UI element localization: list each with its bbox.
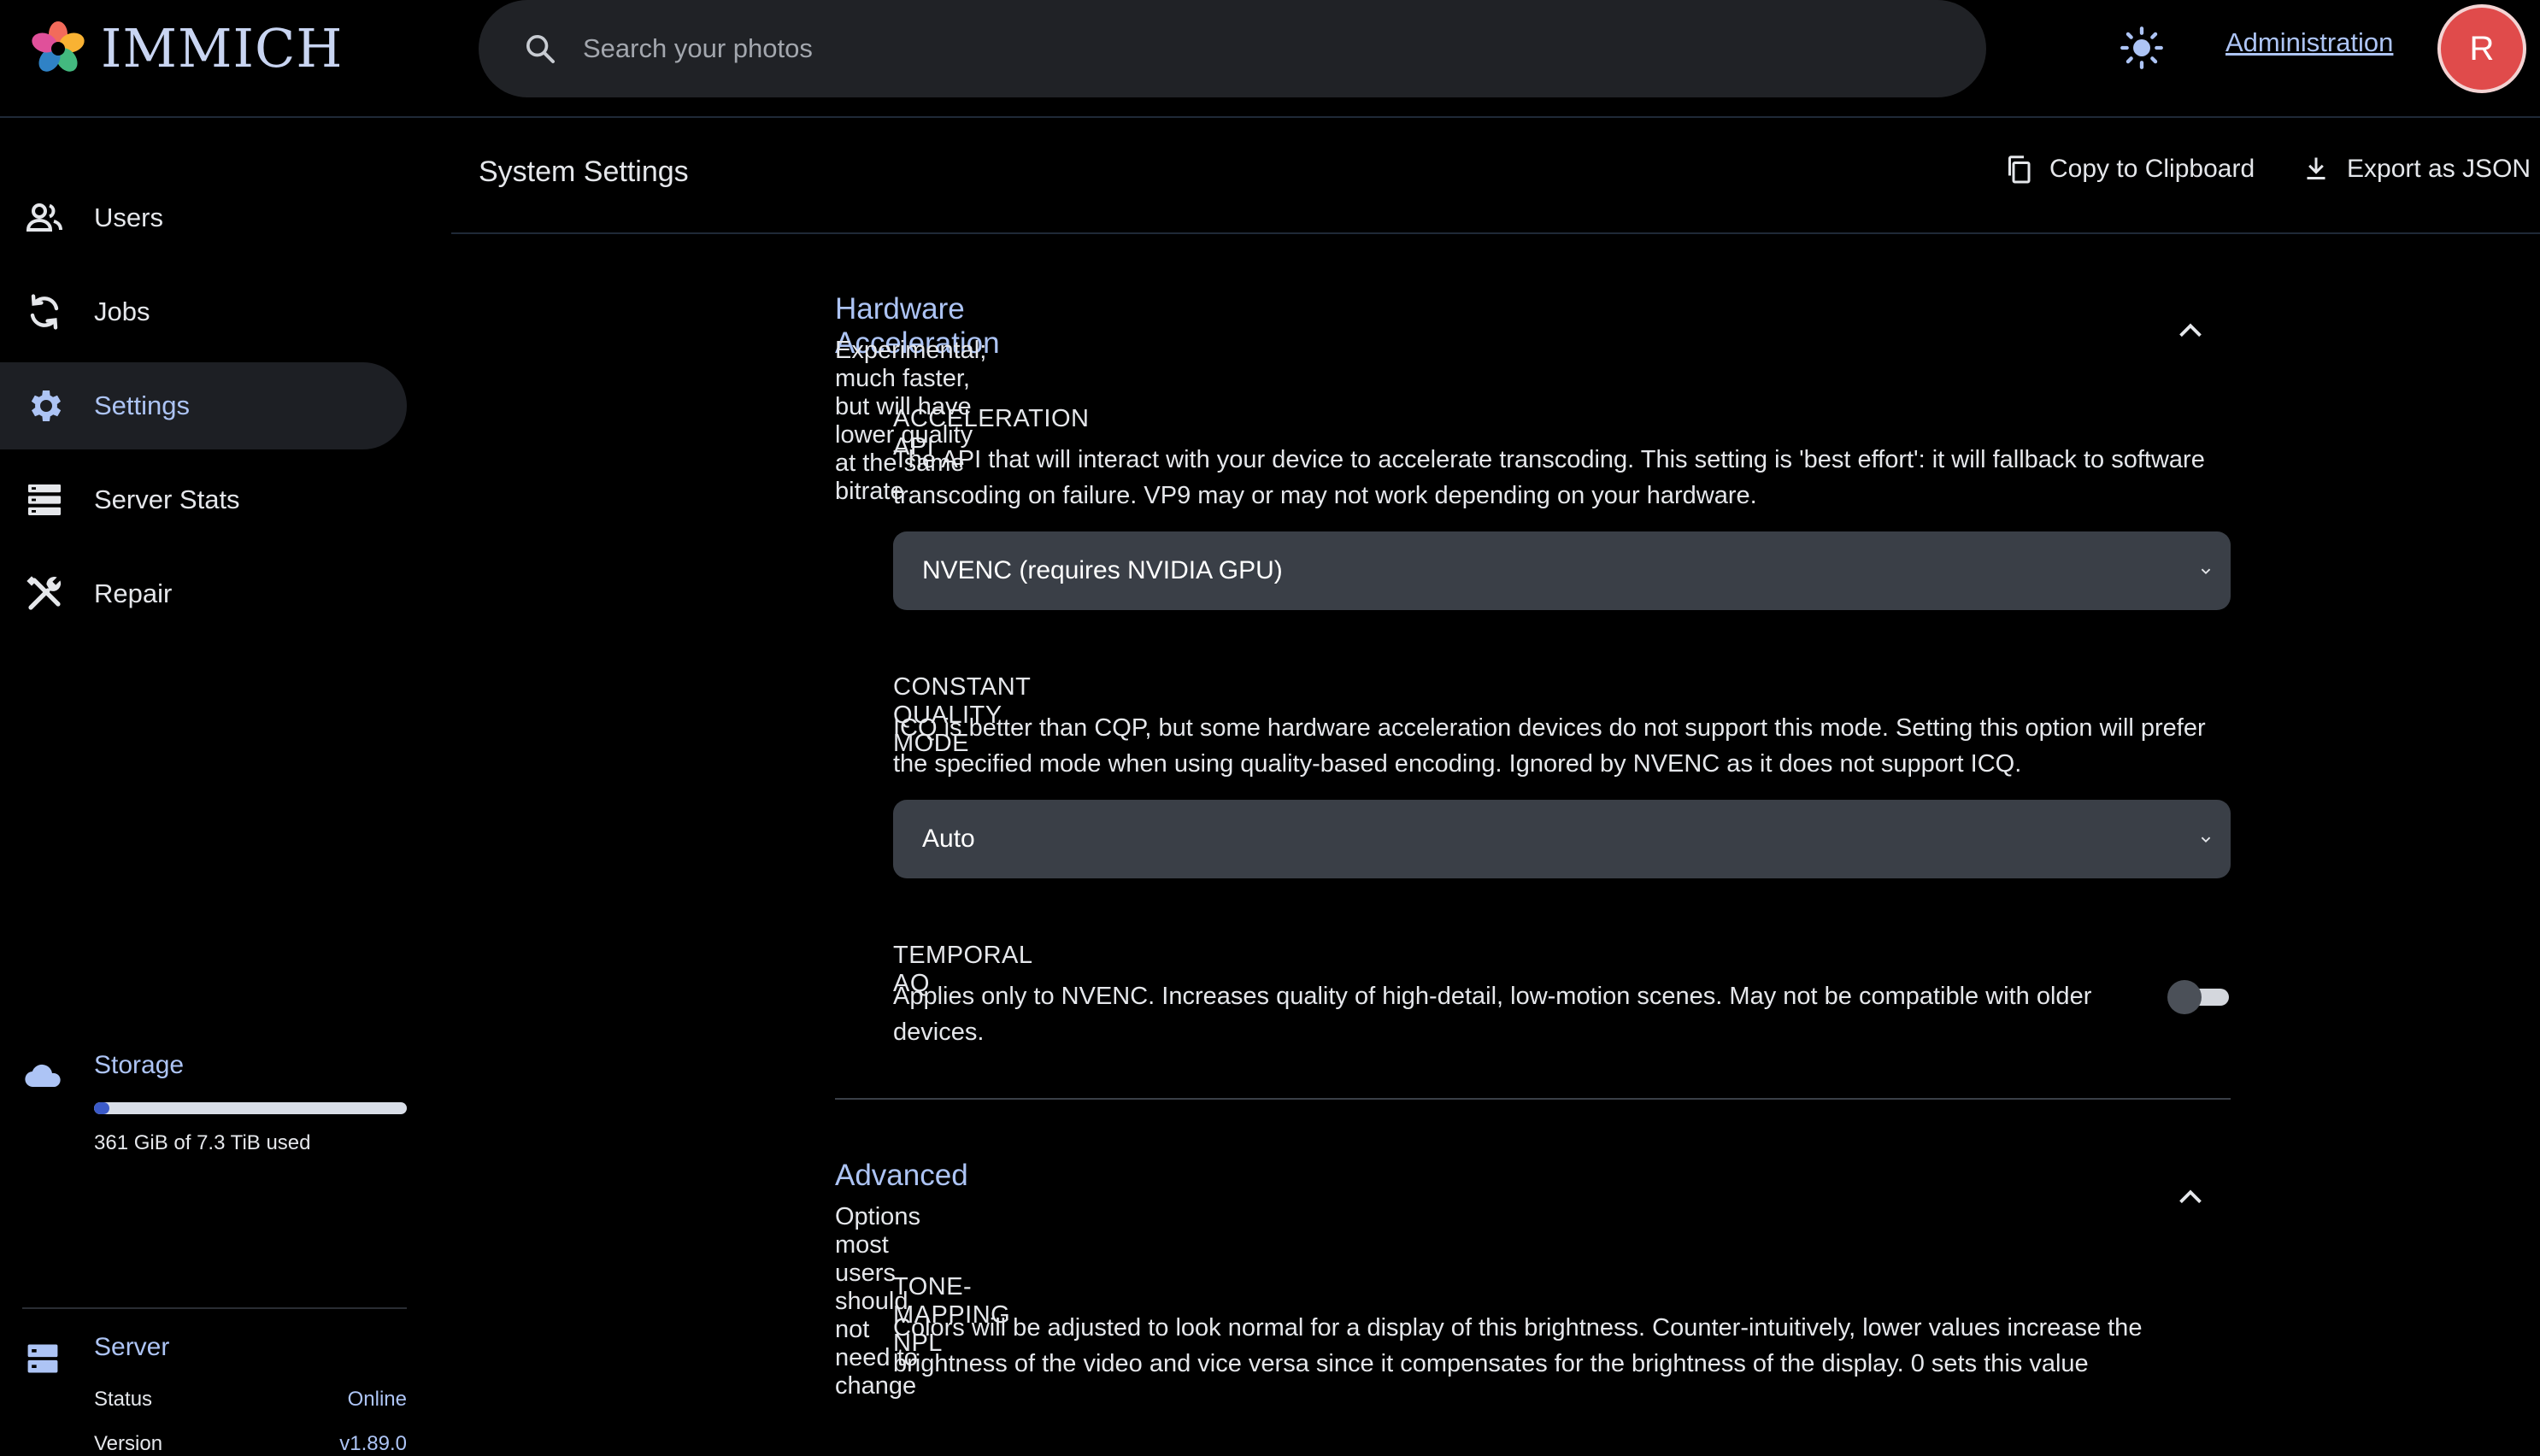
sidebar-item-label: Server Stats	[94, 484, 240, 514]
cloud-icon	[25, 1064, 61, 1088]
storage-progress-fill	[94, 1102, 109, 1114]
immich-logo-icon	[32, 21, 85, 72]
chevron-down-icon	[2201, 837, 2211, 843]
sun-icon[interactable]	[2120, 26, 2164, 70]
search-bar[interactable]	[479, 0, 1986, 97]
setting-description: The API that will interact with your dev…	[893, 446, 2205, 509]
sidebar-item-repair[interactable]: Repair	[0, 550, 407, 637]
sidebar-item-label: Settings	[94, 390, 191, 420]
chevron-down-icon	[2201, 568, 2211, 575]
section-divider	[835, 1098, 2231, 1100]
setting-description: ICQ is better than CQP, but some hardwar…	[893, 714, 2206, 778]
server-version-row: Version v1.89.0	[94, 1432, 407, 1456]
storage-progress-bar	[94, 1102, 407, 1114]
server-icon	[27, 1344, 58, 1373]
sync-icon	[30, 294, 59, 330]
sidebar-item-label: Repair	[94, 578, 173, 608]
select-value: NVENC (requires NVIDIA GPU)	[922, 556, 1283, 584]
sidebar: Users Jobs Settings Server Stats Repair …	[0, 118, 427, 1455]
sidebar-item-label: Jobs	[94, 296, 150, 326]
temporal-aq-toggle[interactable]	[2167, 980, 2231, 1014]
toggle-knob	[2167, 980, 2202, 1014]
server-version-label: Version	[94, 1432, 163, 1455]
sidebar-item-settings[interactable]: Settings	[0, 362, 407, 449]
server-stats-icon	[28, 484, 61, 515]
export-json-button[interactable]: Export as JSON	[2301, 154, 2531, 185]
acceleration-api-select[interactable]: NVENC (requires NVIDIA GPU)	[893, 531, 2231, 610]
copy-to-clipboard-label: Copy to Clipboard	[2049, 155, 2255, 183]
search-input[interactable]	[583, 23, 1986, 74]
storage-used-text: 361 GiB of 7.3 TiB used	[94, 1131, 311, 1154]
server-title: Server	[94, 1333, 170, 1361]
gear-icon	[31, 390, 62, 421]
page-title: System Settings	[479, 156, 689, 188]
copy-icon	[2008, 156, 2031, 184]
user-avatar[interactable]: R	[2437, 4, 2526, 93]
sidebar-item-users[interactable]: Users	[0, 174, 407, 261]
server-version-value[interactable]: v1.89.0	[339, 1432, 407, 1456]
setting-description: Colors will be adjusted to look normal f…	[893, 1314, 2143, 1377]
section-title-advanced[interactable]: Advanced	[835, 1159, 968, 1193]
app-name: IMMICH	[101, 16, 344, 79]
sidebar-item-label: Users	[94, 203, 163, 232]
chevron-up-icon[interactable]	[2171, 1177, 2210, 1217]
download-icon	[2307, 157, 2325, 179]
top-bar: IMMICH Administration R	[0, 0, 2540, 118]
select-value: Auto	[922, 825, 975, 853]
copy-to-clipboard-button[interactable]: Copy to Clipboard	[2003, 154, 2255, 185]
constant-quality-mode-select[interactable]: Auto	[893, 800, 2231, 878]
administration-link[interactable]: Administration	[2225, 27, 2393, 58]
main-header: System Settings Copy to Clipboard Export…	[451, 118, 2540, 234]
sidebar-divider	[22, 1307, 407, 1309]
search-icon[interactable]	[523, 32, 557, 66]
sidebar-item-jobs[interactable]: Jobs	[0, 268, 407, 355]
tools-icon	[26, 576, 62, 610]
server-status-row: Status Online	[94, 1388, 407, 1412]
app-logo[interactable]: IMMICH	[27, 15, 343, 80]
sidebar-item-server-stats[interactable]: Server Stats	[0, 456, 407, 543]
storage-title: Storage	[94, 1051, 185, 1079]
server-status-value: Online	[347, 1388, 407, 1411]
chevron-up-icon[interactable]	[2171, 311, 2210, 350]
users-icon	[26, 203, 62, 232]
server-status-label: Status	[94, 1388, 153, 1411]
export-json-label: Export as JSON	[2347, 155, 2531, 183]
setting-description: Applies only to NVENC. Increases quality…	[893, 983, 2092, 1046]
